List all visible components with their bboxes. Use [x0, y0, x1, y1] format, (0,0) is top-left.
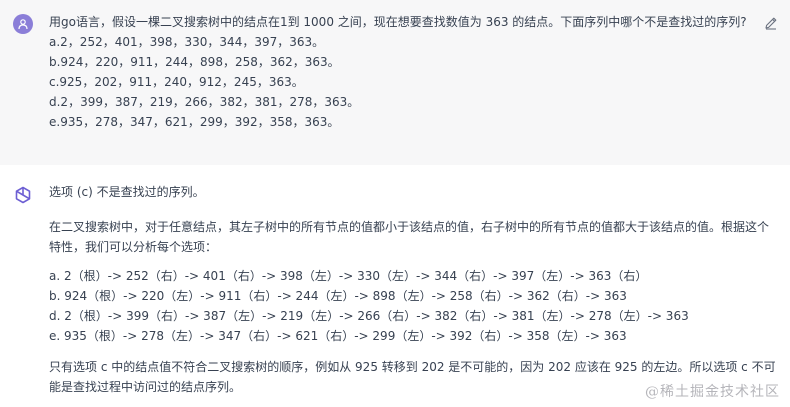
option-b: b.924，220，911，244，898，258，362，363。	[49, 55, 340, 69]
sequence-d: d. 2（根）-> 399（右）-> 387（左）-> 219（左）-> 266…	[49, 309, 689, 323]
sequence-b: b. 924（根）-> 220（左）-> 911（右）-> 244（左）-> 8…	[49, 289, 627, 303]
sequence-list: a. 2（根）-> 252（右）-> 401（右）-> 398（左）-> 330…	[49, 266, 779, 346]
edit-button[interactable]	[764, 16, 778, 30]
sequence-a: a. 2（根）-> 252（右）-> 401（右）-> 398（左）-> 330…	[49, 269, 648, 283]
pencil-icon	[765, 17, 777, 30]
user-avatar	[13, 14, 33, 34]
watermark: @稀土掘金技术社区	[645, 384, 780, 400]
answer-text: 选项 (c) 不是查找过的序列。	[49, 185, 205, 199]
user-message: 用go语言，假设一棵二叉搜索树中的结点在1到 1000 之间，现在想要查找数值为…	[0, 0, 790, 165]
explanation-text: 在二叉搜索树中，对于任意结点，其左子树中的所有节点的值都小于该结点的值，右子树中…	[49, 220, 770, 254]
option-e: e.935，278，347，621，299，392，358，363。	[49, 115, 340, 129]
option-d: d.2，399，387，219，266，382，381，278，363。	[49, 95, 360, 109]
assistant-message-text: 选项 (c) 不是查找过的序列。 在二叉搜索树中，对于任意结点，其左子树中的所有…	[49, 182, 779, 397]
question-text: 用go语言，假设一棵二叉搜索树中的结点在1到 1000 之间，现在想要查找数值为…	[49, 15, 747, 29]
sequence-e: e. 935（根）-> 278（左）-> 347（右）-> 621（右）-> 2…	[49, 329, 627, 343]
openai-logo-icon	[15, 186, 31, 204]
option-a: a.2，252，401，398，330，344，397，363。	[49, 35, 325, 49]
user-icon	[18, 19, 28, 30]
user-message-text: 用go语言，假设一棵二叉搜索树中的结点在1到 1000 之间，现在想要查找数值为…	[49, 12, 754, 132]
assistant-avatar	[13, 185, 33, 205]
option-c: c.925，202，911，240，912，245，363。	[49, 75, 304, 89]
